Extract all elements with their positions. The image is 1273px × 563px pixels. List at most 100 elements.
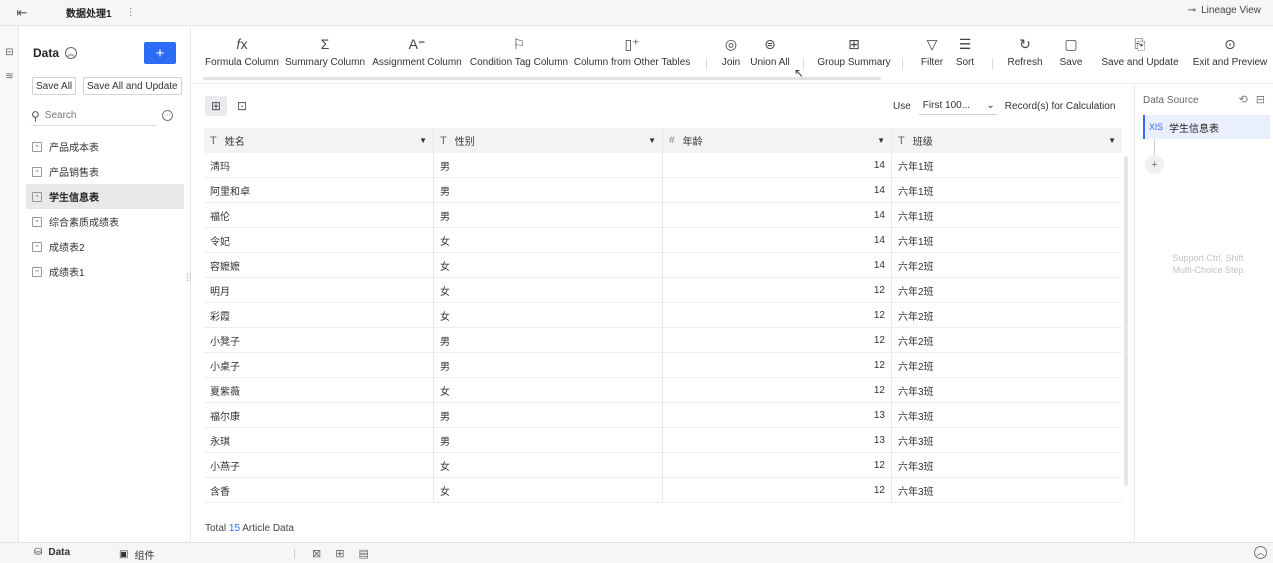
tab-component[interactable]: ▣ 组件 xyxy=(119,547,154,562)
table-cell[interactable]: 12 xyxy=(663,328,892,352)
table-row[interactable]: 明月女 12 六年2班 xyxy=(204,278,1122,303)
exit-icon[interactable]: ⇤ xyxy=(0,5,44,21)
table-list-item[interactable]: ⌁ 产品销售表 xyxy=(26,159,184,184)
table-cell[interactable]: 男 xyxy=(434,353,663,377)
panel-splitter[interactable]: ⁞⁞ xyxy=(186,274,192,284)
table-cell[interactable]: 六年1班 xyxy=(892,178,1122,202)
table-cell[interactable]: 令妃 xyxy=(204,228,434,252)
column-header[interactable]: T 班级 ▼ xyxy=(892,128,1122,153)
table-cell[interactable]: 女 xyxy=(434,478,663,502)
table-list-item[interactable]: ⌁ 成绩表2 xyxy=(26,234,184,259)
table-row[interactable]: 小凳子男 12 六年2班 xyxy=(204,328,1122,353)
more-options-icon[interactable]: ⋯ xyxy=(162,110,173,121)
table-list-item[interactable]: ⌁ 成绩表1 xyxy=(26,259,184,284)
toolbar-filter-button[interactable]: ▽ Filter xyxy=(921,35,943,69)
table-row[interactable]: 小燕子女 12 六年3班 xyxy=(204,453,1122,478)
table-list-item[interactable]: ⌁ 产品成本表 xyxy=(26,134,184,159)
table-cell[interactable]: 彩霞 xyxy=(204,303,434,327)
more-menu-icon[interactable]: ⋮ xyxy=(126,7,136,18)
table-cell[interactable]: 12 xyxy=(663,453,892,477)
table-cell[interactable]: 12 xyxy=(663,353,892,377)
table-cell[interactable]: 小凳子 xyxy=(204,328,434,352)
add-table-button[interactable]: + xyxy=(144,42,176,64)
column-menu-caret-icon[interactable]: ▼ xyxy=(648,136,656,145)
column-header[interactable]: T 姓名 ▼ xyxy=(204,128,434,153)
table-cell[interactable]: 12 xyxy=(663,303,892,327)
column-header[interactable]: T 性别 ▼ xyxy=(434,128,663,153)
chevron-up-icon[interactable]: ︿ xyxy=(1254,546,1267,559)
toolbar-other-table-button[interactable]: ▯⁺ Column from Other Tables xyxy=(574,35,691,69)
record-count-select[interactable]: First 100... ⌄ xyxy=(918,97,997,115)
table-cell[interactable]: 明月 xyxy=(204,278,434,302)
table-list-item[interactable]: ⌁ 学生信息表 xyxy=(26,184,184,209)
table-cell[interactable]: 福尔康 xyxy=(204,403,434,427)
table-cell[interactable]: 小桌子 xyxy=(204,353,434,377)
tab-title[interactable]: 数据处理1 xyxy=(66,5,112,20)
settings-sliders-icon[interactable]: ≋ xyxy=(0,66,19,86)
collapse-icon[interactable]: ︽ xyxy=(65,47,78,59)
table-row[interactable]: 永琪男 13 六年3班 xyxy=(204,428,1122,453)
column-menu-caret-icon[interactable]: ▼ xyxy=(1108,136,1116,145)
table-cell[interactable]: 14 xyxy=(663,203,892,227)
table-row[interactable]: 阿里和卓男 14 六年1班 xyxy=(204,178,1122,203)
table-cell[interactable]: 容嬷嬷 xyxy=(204,253,434,277)
grid-view-icon[interactable]: ⊞ xyxy=(205,96,227,116)
search-input[interactable] xyxy=(44,110,135,121)
table-cell[interactable]: 14 xyxy=(663,153,892,177)
table-cell[interactable]: 女 xyxy=(434,378,663,402)
table-row[interactable]: 淸玛男 14 六年1班 xyxy=(204,153,1122,178)
table-cell[interactable]: 女 xyxy=(434,278,663,302)
save-all-update-button[interactable]: Save All and Update xyxy=(83,77,182,95)
toolbar-sort-button[interactable]: ☰ Sort xyxy=(956,35,974,69)
table-cell[interactable]: 男 xyxy=(434,203,663,227)
toolbar-union-button[interactable]: ⊜ Union All xyxy=(750,35,789,69)
table-cell[interactable]: 六年1班 xyxy=(892,153,1122,177)
split-view-icon[interactable]: ⊡ xyxy=(231,96,253,116)
table-cell[interactable]: 夏紫薇 xyxy=(204,378,434,402)
table-cell[interactable]: 淸玛 xyxy=(204,153,434,177)
table-row[interactable]: 福伦男 14 六年1班 xyxy=(204,203,1122,228)
lineage-view-button[interactable]: ⊸ Lineage View xyxy=(1188,5,1261,16)
table-cell[interactable]: 男 xyxy=(434,328,663,352)
table-cell[interactable]: 14 xyxy=(663,178,892,202)
add-step-button[interactable]: + xyxy=(1145,155,1164,174)
add-report-icon[interactable]: ⊞ xyxy=(335,547,344,560)
table-cell[interactable]: 六年2班 xyxy=(892,253,1122,277)
table-cell[interactable]: 六年3班 xyxy=(892,428,1122,452)
add-list-icon[interactable]: ▤ xyxy=(358,547,368,560)
table-cell[interactable]: 男 xyxy=(434,403,663,427)
table-cell[interactable]: 小燕子 xyxy=(204,453,434,477)
table-cell[interactable]: 六年2班 xyxy=(892,328,1122,352)
column-header[interactable]: # 年龄 ▼ xyxy=(663,128,892,153)
table-row[interactable]: 容嬷嬷女 14 六年2班 xyxy=(204,253,1122,278)
table-cell[interactable]: 12 xyxy=(663,478,892,502)
table-cell[interactable]: 六年2班 xyxy=(892,353,1122,377)
toolbar-fx-button[interactable]: 𝑓x Formula Column xyxy=(205,35,279,69)
toolbar-save-button[interactable]: ▢ Save xyxy=(1060,35,1083,69)
table-cell[interactable]: 六年2班 xyxy=(892,278,1122,302)
table-row[interactable]: 小桌子男 12 六年2班 xyxy=(204,353,1122,378)
tab-data[interactable]: ⛁ Data xyxy=(34,547,70,558)
table-cell[interactable]: 女 xyxy=(434,228,663,252)
toolbar-save-update-button[interactable]: ⎘ Save and Update xyxy=(1101,35,1178,69)
toolbar-scrollbar[interactable] xyxy=(203,77,881,80)
table-cell[interactable]: 12 xyxy=(663,278,892,302)
table-cell[interactable]: 六年1班 xyxy=(892,203,1122,227)
table-row[interactable]: 彩霞女 12 六年2班 xyxy=(204,303,1122,328)
table-cell[interactable]: 六年2班 xyxy=(892,303,1122,327)
table-cell[interactable]: 永琪 xyxy=(204,428,434,452)
table-cell[interactable]: 六年1班 xyxy=(892,228,1122,252)
history-icon[interactable]: ⟲ xyxy=(1239,93,1248,106)
table-cell[interactable]: 14 xyxy=(663,228,892,252)
toolbar-group-button[interactable]: ⊞ Group Summary xyxy=(817,35,890,69)
data-source-node[interactable]: XlS 学生信息表 xyxy=(1143,115,1270,139)
table-cell[interactable]: 含香 xyxy=(204,478,434,502)
layout-icon[interactable]: ⊟ xyxy=(1256,93,1265,106)
column-menu-caret-icon[interactable]: ▼ xyxy=(419,136,427,145)
table-cell[interactable]: 六年3班 xyxy=(892,478,1122,502)
table-cell[interactable]: 福伦 xyxy=(204,203,434,227)
table-cell[interactable]: 六年3班 xyxy=(892,453,1122,477)
table-row[interactable]: 含香女 12 六年3班 xyxy=(204,478,1122,503)
table-row[interactable]: 夏紫薇女 12 六年3班 xyxy=(204,378,1122,403)
table-cell[interactable]: 男 xyxy=(434,428,663,452)
